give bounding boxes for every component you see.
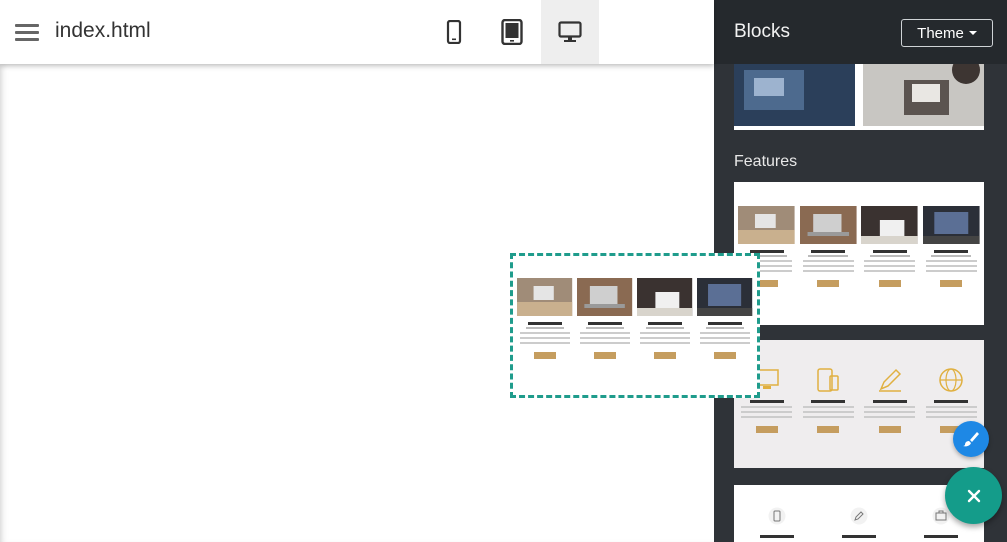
top-bar: index.html [0, 0, 714, 64]
caret-down-icon [968, 31, 977, 35]
close-icon [967, 489, 980, 502]
devices-icon [817, 368, 839, 392]
feature-image [799, 206, 857, 244]
sidebar-header: Blocks Theme [714, 0, 1007, 64]
phone-icon [768, 507, 786, 525]
feature-image [697, 278, 753, 316]
theme-label: Theme [917, 24, 964, 42]
theme-dropdown-button[interactable]: Theme [901, 19, 993, 47]
feature-image [517, 278, 573, 316]
sidebar-title: Blocks [734, 21, 790, 42]
edit-icon [850, 507, 868, 525]
tablet-view-button[interactable] [483, 0, 541, 64]
section-features-label: Features [734, 153, 798, 170]
menu-icon[interactable] [15, 24, 39, 42]
block-thumbnail-features-photos[interactable] [734, 182, 984, 325]
brush-icon [963, 432, 979, 447]
globe-icon [939, 368, 963, 392]
feature-image [577, 278, 633, 316]
feature-image [637, 278, 693, 316]
feature-image [861, 206, 919, 244]
feature-image [738, 206, 796, 244]
desktop-view-button[interactable] [541, 0, 599, 64]
close-button[interactable] [945, 467, 1002, 524]
block-thumbnail-features-icons[interactable] [734, 340, 984, 468]
feature-image [922, 206, 980, 244]
desktop-icon [558, 21, 582, 42]
device-switcher [425, 0, 599, 64]
mobile-view-button[interactable] [425, 0, 483, 64]
page-filename: index.html [55, 19, 151, 42]
tablet-icon [501, 19, 523, 45]
briefcase-icon [932, 507, 950, 525]
dragged-features-block[interactable] [510, 253, 760, 398]
mobile-icon [446, 20, 462, 44]
brush-button[interactable] [953, 421, 989, 457]
pencil-icon [878, 368, 901, 392]
